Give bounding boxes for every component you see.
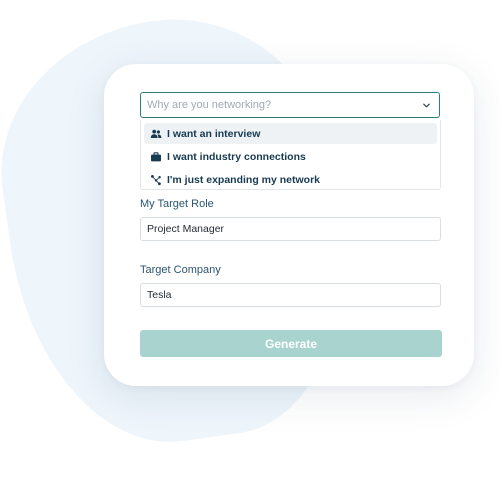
network-icon bbox=[150, 174, 162, 186]
networking-form-card: Why are you networking? I want an interv… bbox=[104, 64, 474, 386]
option-expanding-network[interactable]: I'm just expanding my network bbox=[144, 169, 437, 190]
briefcase-icon bbox=[150, 151, 162, 163]
networking-reason-menu: I want an interview I want industry conn… bbox=[140, 120, 441, 190]
option-want-interview[interactable]: I want an interview bbox=[144, 123, 437, 144]
option-industry-connections[interactable]: I want industry connections bbox=[144, 146, 437, 167]
chevron-down-icon bbox=[421, 100, 431, 110]
select-placeholder: Why are you networking? bbox=[147, 99, 272, 111]
people-icon bbox=[150, 128, 162, 140]
networking-reason-select[interactable]: Why are you networking? bbox=[140, 92, 440, 118]
target-role-input[interactable] bbox=[140, 217, 441, 241]
option-label: I want an interview bbox=[167, 127, 261, 140]
option-label: I want industry connections bbox=[167, 150, 306, 163]
generate-button[interactable]: Generate bbox=[140, 330, 442, 357]
target-company-input[interactable] bbox=[140, 283, 441, 307]
target-role-label: My Target Role bbox=[140, 198, 214, 210]
option-label: I'm just expanding my network bbox=[167, 173, 321, 186]
target-company-label: Target Company bbox=[140, 264, 221, 276]
